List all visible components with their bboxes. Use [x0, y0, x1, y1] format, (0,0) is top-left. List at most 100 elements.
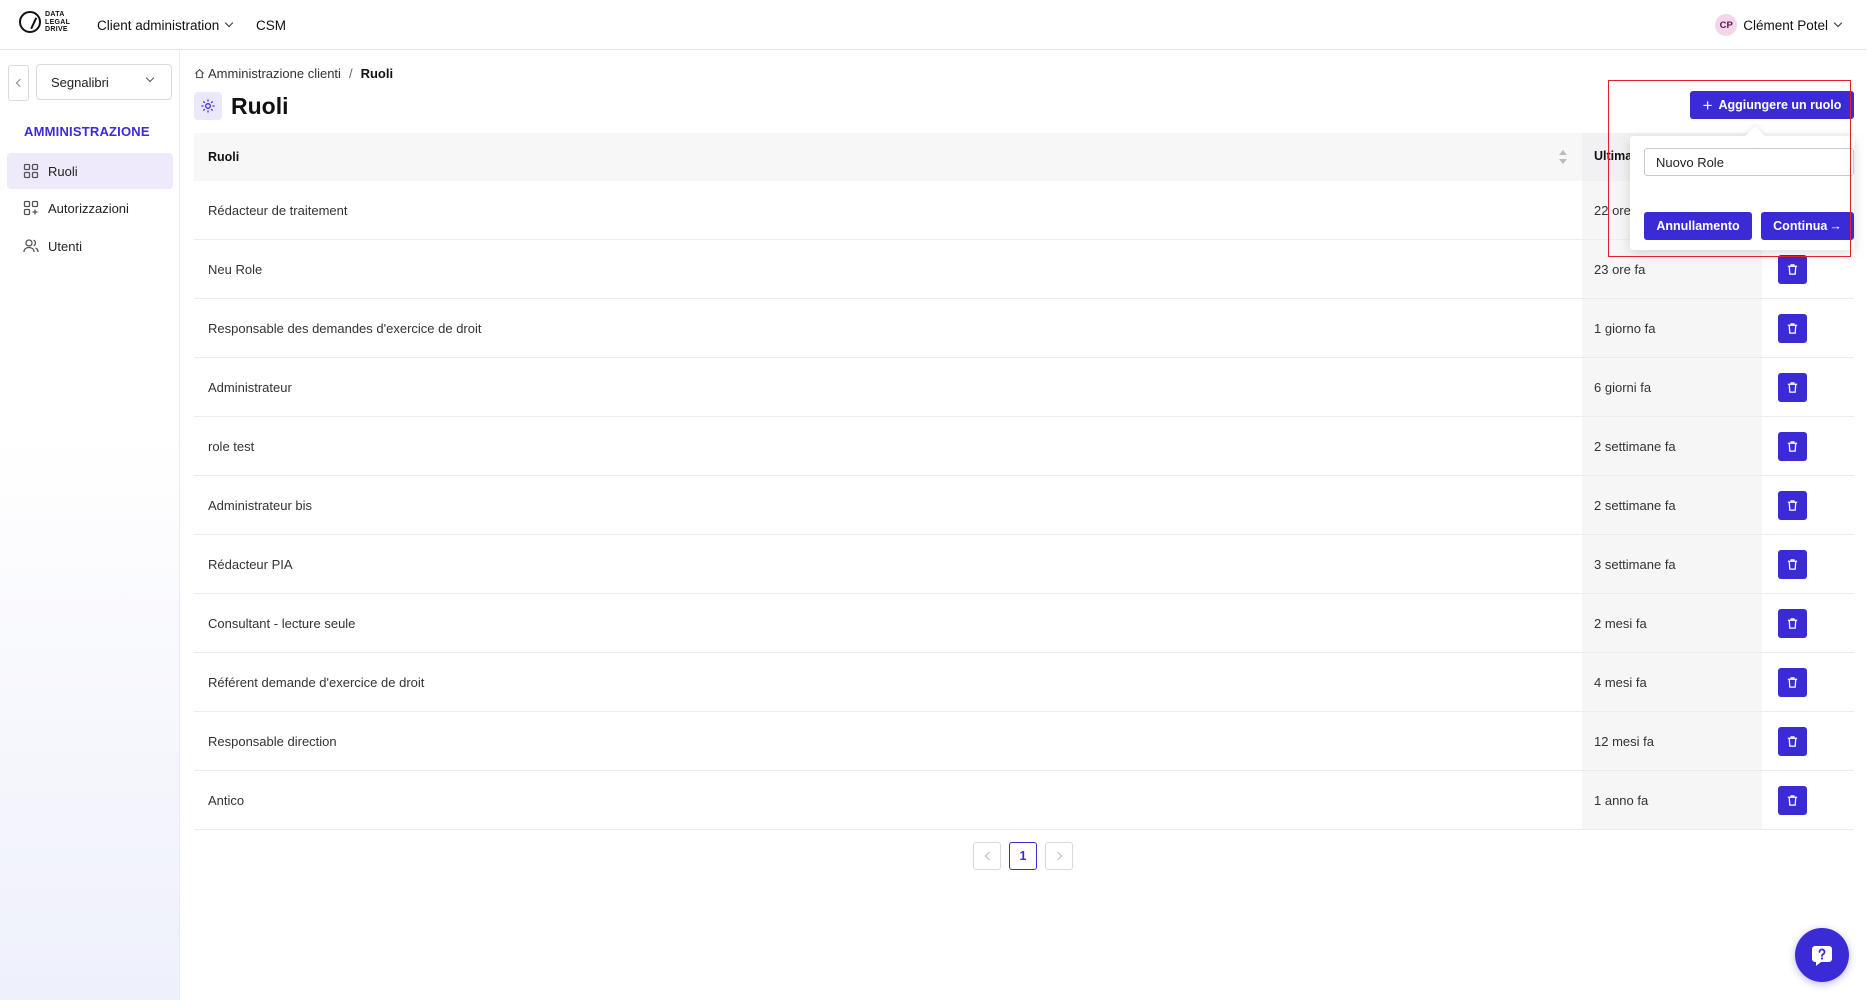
table-row[interactable]: Responsable des demandes d'exercice de d…	[194, 299, 1854, 358]
sidebar-item-label: Ruoli	[48, 163, 78, 179]
table-row[interactable]: Consultant - lecture seule 2 mesi fa	[194, 594, 1854, 653]
delete-button[interactable]	[1778, 727, 1807, 756]
grid-icon	[23, 163, 39, 179]
page-header: Ruoli	[194, 92, 289, 120]
table-row[interactable]: Référent demande d'exercice de droit 4 me…	[194, 653, 1854, 712]
role-name-input[interactable]	[1644, 148, 1854, 176]
chevron-down-icon	[225, 18, 234, 28]
add-role-popover: Annullamento Continua →	[1630, 136, 1854, 250]
delete-button[interactable]	[1778, 550, 1807, 579]
date-cell: 4 mesi fa	[1582, 653, 1762, 711]
user-name: Clément Potel	[1743, 17, 1828, 33]
trash-icon	[1786, 676, 1799, 689]
table-row[interactable]: Antico 1 anno fa	[194, 771, 1854, 830]
breadcrumb-current: Ruoli	[360, 66, 394, 81]
chevron-down-icon	[1833, 18, 1843, 28]
breadcrumb: Amministrazione clienti / Ruoli	[194, 66, 393, 81]
updated-date: 3 settimane fa	[1594, 557, 1676, 572]
user-menu[interactable]: CP Clément Potel	[1715, 0, 1843, 50]
updated-date: 2 mesi fa	[1594, 616, 1647, 631]
logo-text: DATA LEGAL DRIVE	[45, 11, 71, 33]
sidebar-item-label: Autorizzazioni	[48, 200, 129, 216]
chevron-left-icon	[984, 851, 993, 861]
data-legal-drive-logo[interactable]: DATA LEGAL DRIVE	[19, 11, 70, 34]
column-header-ruoli[interactable]: Ruoli	[208, 150, 239, 164]
role-name: Rédacteur de traitement	[208, 203, 348, 218]
updated-date: 1 anno fa	[1594, 793, 1649, 808]
chevron-right-icon	[1053, 851, 1062, 861]
updated-date: 4 mesi fa	[1594, 675, 1647, 690]
plus-icon: +	[1702, 95, 1713, 115]
bookmarks-select[interactable]: Segnalibri	[36, 64, 172, 100]
breadcrumb-home-link[interactable]: Amministrazione clienti	[208, 66, 341, 81]
settings-gear-icon	[194, 92, 222, 120]
table-row[interactable]: Administrateur 6 giorni fa	[194, 358, 1854, 417]
client-administration-menu[interactable]: Client administration	[97, 0, 234, 50]
role-name: Neu Role	[208, 262, 263, 277]
delete-button[interactable]	[1778, 373, 1807, 402]
sidebar-item-label: Utenti	[48, 238, 82, 254]
client-administration-label: Client administration	[97, 17, 220, 33]
add-role-button[interactable]: + Aggiungere un ruolo	[1690, 91, 1854, 119]
table-row[interactable]: role test 2 settimane fa	[194, 417, 1854, 476]
sidebar-section-title: AMMINISTRAZIONE	[24, 124, 150, 139]
pagination: 1	[973, 842, 1073, 870]
trash-icon	[1786, 794, 1799, 807]
help-chat-button[interactable]	[1795, 928, 1849, 982]
collapse-sidebar-button[interactable]	[8, 65, 29, 101]
delete-button[interactable]	[1778, 432, 1807, 461]
table-row[interactable]: Responsable direction 12 mesi fa	[194, 712, 1854, 771]
add-role-label: Aggiungere un ruolo	[1718, 98, 1842, 112]
delete-button[interactable]	[1778, 314, 1807, 343]
updated-date: 23 ore fa	[1594, 262, 1646, 277]
role-name: Administrateur	[208, 380, 292, 395]
delete-button[interactable]	[1778, 255, 1807, 284]
continue-button[interactable]: Continua →	[1761, 212, 1854, 240]
table-header: Ruoli Ultima	[194, 133, 1854, 181]
date-cell: 6 giorni fa	[1582, 358, 1762, 416]
delete-button[interactable]	[1778, 609, 1807, 638]
date-cell: 2 settimane fa	[1582, 476, 1762, 534]
role-name: Responsable des demandes d'exercice de d…	[208, 321, 482, 336]
updated-date: 2 settimane fa	[1594, 498, 1676, 513]
delete-button[interactable]	[1778, 491, 1807, 520]
previous-page-button[interactable]	[973, 842, 1001, 870]
role-name: Administrateur bis	[208, 498, 313, 513]
chat-question-icon	[1812, 946, 1832, 966]
trash-icon	[1786, 440, 1799, 453]
date-cell: 12 mesi fa	[1582, 712, 1762, 770]
sidebar: Segnalibri AMMINISTRAZIONE Ruoli Autoriz…	[0, 51, 180, 1000]
nodes-icon	[23, 200, 39, 216]
updated-date: 1 giorno fa	[1594, 321, 1656, 336]
date-cell: 2 mesi fa	[1582, 594, 1762, 652]
date-cell: 3 settimane fa	[1582, 535, 1762, 593]
roles-table: Ruoli Ultima Rédacteur de traitement 22 o…	[194, 133, 1854, 830]
trash-icon	[1786, 322, 1799, 335]
trash-icon	[1786, 617, 1799, 630]
next-page-button[interactable]	[1045, 842, 1073, 870]
date-cell: 2 settimane fa	[1582, 417, 1762, 475]
csm-nav-link[interactable]: CSM	[256, 0, 286, 50]
avatar: CP	[1715, 14, 1738, 36]
delete-button[interactable]	[1778, 786, 1807, 815]
table-row[interactable]: Neu Role 23 ore fa	[194, 240, 1854, 299]
sidebar-item-ruoli[interactable]: Ruoli	[7, 153, 173, 189]
updated-date: 6 giorni fa	[1594, 380, 1652, 395]
sidebar-item-utenti[interactable]: Utenti	[7, 228, 173, 264]
csm-label: CSM	[256, 17, 286, 33]
table-row[interactable]: Administrateur bis 2 settimane fa	[194, 476, 1854, 535]
chevron-left-icon	[15, 78, 25, 88]
trash-icon	[1786, 499, 1799, 512]
role-name: Antico	[208, 793, 245, 808]
sort-icon[interactable]	[1559, 150, 1567, 164]
sidebar-item-autorizzazioni[interactable]: Autorizzazioni	[7, 190, 173, 226]
page-number-button[interactable]: 1	[1009, 842, 1037, 870]
cancel-button[interactable]: Annullamento	[1644, 212, 1752, 240]
updated-date: 12 mesi fa	[1594, 734, 1654, 749]
table-row[interactable]: Rédacteur de traitement 22 ore fa	[194, 181, 1854, 240]
bookmarks-label: Segnalibri	[51, 74, 109, 90]
delete-button[interactable]	[1778, 668, 1807, 697]
role-name: Rédacteur PIA	[208, 557, 293, 572]
table-row[interactable]: Rédacteur PIA 3 settimane fa	[194, 535, 1854, 594]
chevron-down-icon	[145, 73, 155, 83]
